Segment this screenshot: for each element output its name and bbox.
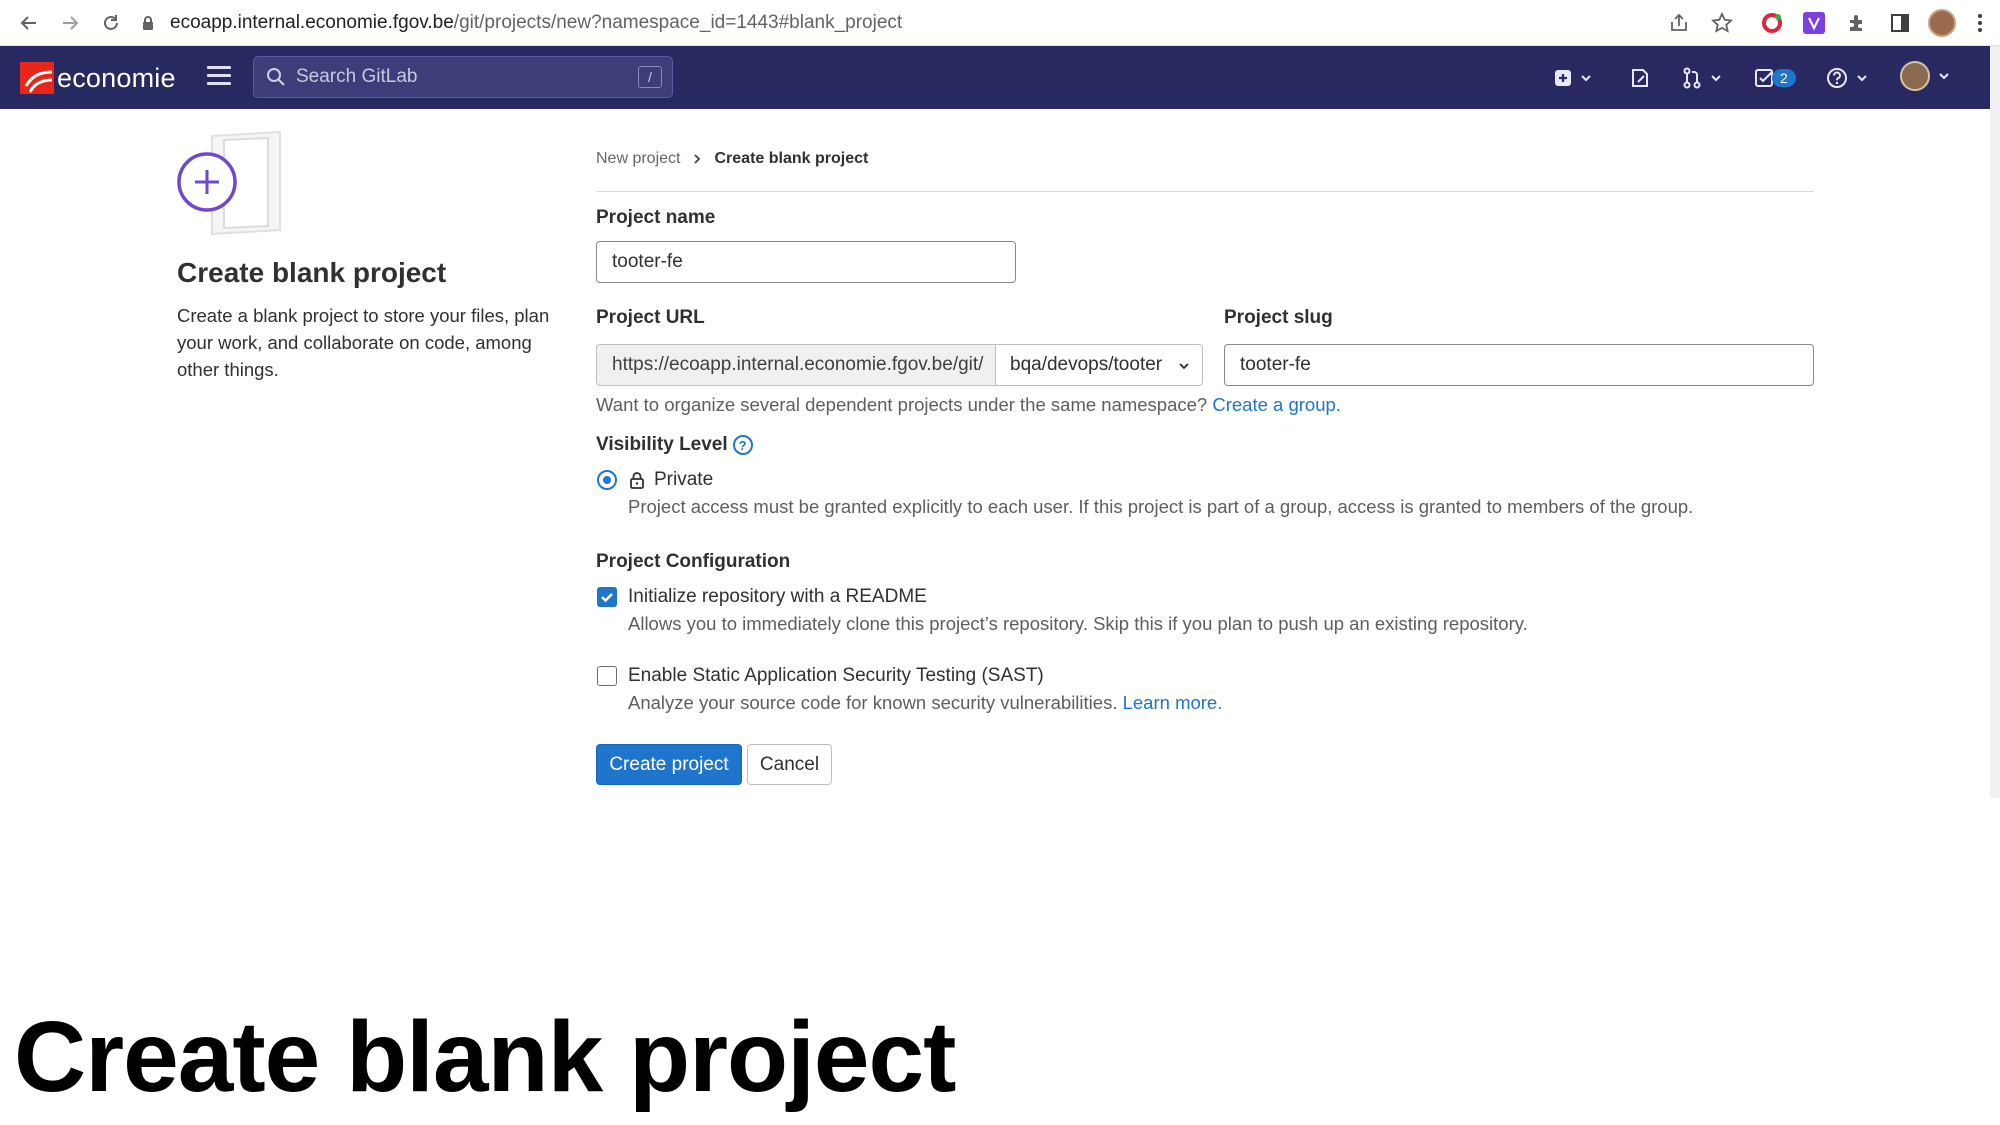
- page-title: Create blank project: [177, 257, 447, 288]
- sast-help: Analyze your source code for known secur…: [628, 692, 1223, 713]
- search-input[interactable]: Search GitLab /: [253, 56, 673, 98]
- project-slug-input[interactable]: tooter-fe: [1224, 344, 1814, 386]
- caption-title: Create blank project: [14, 1001, 956, 1113]
- cancel-button[interactable]: Cancel: [747, 744, 832, 785]
- lock-icon: [143, 16, 153, 30]
- create-project-button[interactable]: Create project: [596, 744, 742, 785]
- sast-checkbox[interactable]: [597, 666, 617, 686]
- readme-label[interactable]: Initialize repository with a README: [628, 586, 927, 608]
- forward-arrow-icon[interactable]: [55, 8, 85, 38]
- todos-button[interactable]: 2: [1754, 64, 1796, 92]
- logo-text: economie: [57, 62, 176, 93]
- chevron-down-icon: [1581, 75, 1591, 82]
- breadcrumb-new-project[interactable]: New project: [596, 150, 680, 168]
- visibility-help-icon[interactable]: ?: [732, 435, 753, 455]
- new-dropdown-button[interactable]: [1554, 64, 1592, 92]
- project-url-prefix: https://ecoapp.internal.economie.fgov.be…: [596, 344, 995, 386]
- bookmark-star-icon[interactable]: [1708, 9, 1736, 37]
- visibility-level-label: Visibility Level ?: [596, 434, 753, 456]
- chevron-down-icon: [1857, 75, 1867, 82]
- merge-requests-button[interactable]: [1682, 64, 1722, 92]
- project-configuration-label: Project Configuration: [596, 551, 791, 572]
- checkmark-icon: [601, 593, 613, 603]
- visibility-private-help: Project access must be granted explicitl…: [628, 496, 1694, 517]
- address-bar[interactable]: ecoapp.internal.economie.fgov.be/git/pro…: [140, 6, 1740, 40]
- breadcrumb-current: Create blank project: [714, 150, 869, 167]
- create-group-link[interactable]: Create a group.: [1212, 394, 1341, 415]
- project-url-label: Project URL: [596, 307, 705, 328]
- visibility-private-radio[interactable]: [597, 470, 617, 490]
- sast-label[interactable]: Enable Static Application Security Testi…: [628, 665, 1044, 687]
- search-shortcut-hint: /: [638, 66, 662, 88]
- economie-logo[interactable]: economie: [20, 62, 176, 94]
- help-question-icon: [1827, 68, 1847, 88]
- chrome-menu-icon[interactable]: [1970, 9, 1990, 37]
- readme-help: Allows you to immediately clone this pro…: [628, 613, 1528, 634]
- scrollbar[interactable]: [1990, 46, 2000, 798]
- learn-more-link[interactable]: Learn more.: [1123, 692, 1223, 713]
- namespace-select[interactable]: bqa/devops/tooter: [995, 344, 1203, 386]
- issues-icon: [1632, 69, 1648, 87]
- vue-extension-icon[interactable]: [1800, 9, 1828, 37]
- profile-avatar-icon[interactable]: [1928, 9, 1956, 37]
- help-button[interactable]: [1826, 64, 1868, 92]
- share-icon[interactable]: [1665, 9, 1693, 37]
- search-icon: [267, 68, 285, 86]
- logo-mark-icon: [20, 62, 54, 94]
- namespace-help: Want to organize several dependent proje…: [596, 394, 1341, 415]
- gitlab-navbar: economie Search GitLab / 2: [0, 46, 1990, 109]
- todo-count-badge: 2: [1772, 69, 1796, 87]
- project-url-group: https://ecoapp.internal.economie.fgov.be…: [596, 344, 1203, 386]
- readme-checkbox[interactable]: [597, 587, 617, 607]
- project-slug-label: Project slug: [1224, 307, 1333, 328]
- url-text: ecoapp.internal.economie.fgov.be/git/pro…: [170, 12, 903, 33]
- user-menu-button[interactable]: [1900, 61, 1950, 91]
- chevron-down-icon: [1939, 73, 1949, 80]
- puzzle-extensions-icon[interactable]: [1843, 9, 1871, 37]
- issues-button[interactable]: [1630, 64, 1650, 92]
- visibility-private-option[interactable]: Private: [628, 469, 713, 491]
- reload-icon[interactable]: [96, 8, 126, 38]
- page-description: Create a blank project to store your fil…: [177, 305, 550, 380]
- chevron-right-icon: [694, 154, 701, 164]
- namespace-value: bqa/devops/tooter: [1010, 354, 1163, 375]
- breadcrumb: New project Create blank project: [596, 150, 868, 168]
- opera-extension-icon[interactable]: [1758, 9, 1786, 37]
- chevron-down-icon: [1711, 75, 1721, 82]
- main-menu-icon[interactable]: [207, 66, 231, 88]
- side-panel-icon[interactable]: [1886, 9, 1914, 37]
- project-name-input[interactable]: tooter-fe: [596, 241, 1016, 283]
- plus-square-icon: [1555, 70, 1571, 86]
- merge-request-icon: [1683, 67, 1701, 89]
- project-name-label: Project name: [596, 207, 716, 228]
- user-avatar: [1900, 61, 1930, 91]
- back-arrow-icon[interactable]: [14, 8, 44, 38]
- blank-project-illustration: [177, 130, 281, 236]
- breadcrumb-divider: [596, 191, 1814, 192]
- search-placeholder: Search GitLab: [296, 66, 418, 87]
- chevron-down-icon: [1179, 363, 1189, 370]
- browser-toolbar: ecoapp.internal.economie.fgov.be/git/pro…: [0, 0, 2000, 46]
- lock-icon: [630, 472, 644, 489]
